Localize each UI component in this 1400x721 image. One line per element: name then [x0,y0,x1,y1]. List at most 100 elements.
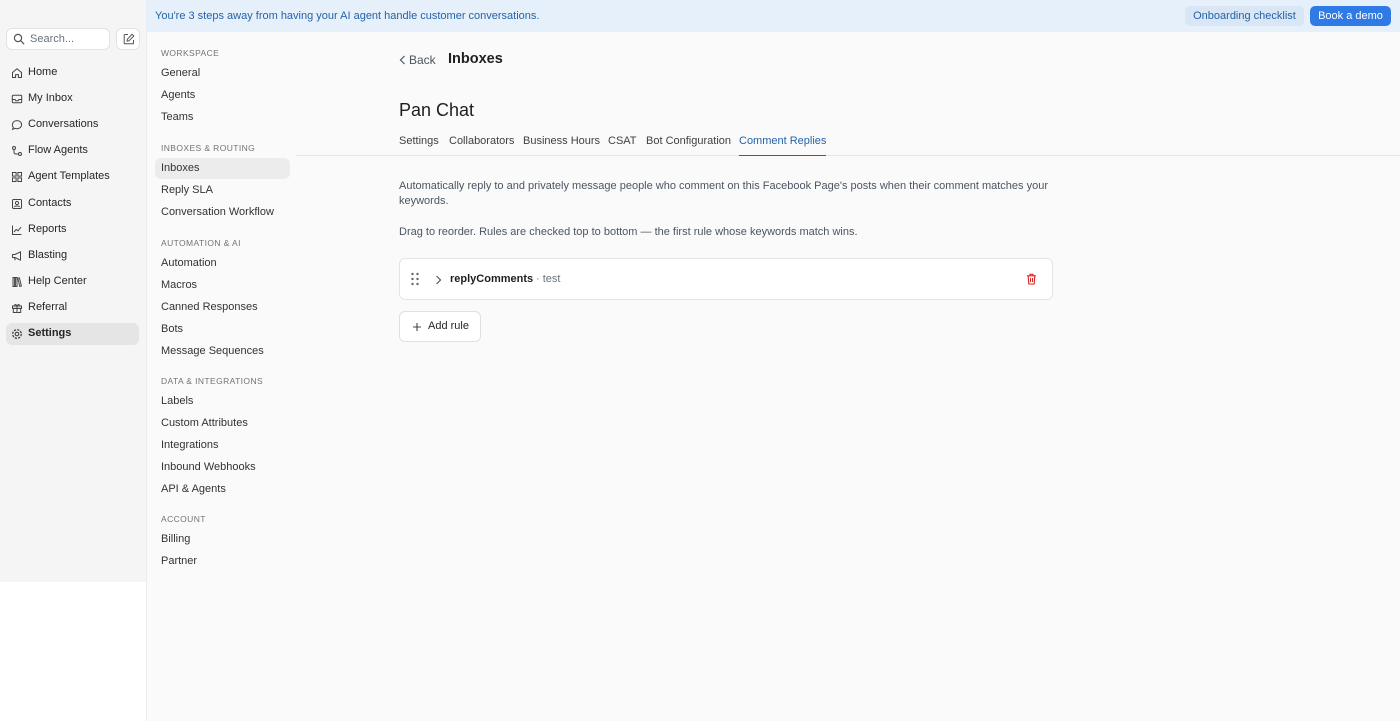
banner-message: You're 3 steps away from having your AI … [155,10,540,22]
plus-icon [413,323,421,331]
tab-csat[interactable]: CSAT [608,135,637,156]
tab-bar: Settings Collaborators Business Hours CS… [296,128,1400,156]
subnav-item-integrations[interactable]: Integrations [155,435,290,456]
main-content: Back Inboxes Pan Chat Settings Collabora… [296,32,1400,721]
chevron-left-icon [399,55,405,65]
chat-bubble-icon [11,120,23,131]
flow-icon [12,146,22,156]
nav-item-label: Settings [28,327,72,339]
subnav-item-partner[interactable]: Partner [155,551,290,572]
book-demo-button[interactable]: Book a demo [1310,6,1391,26]
search-placeholder: Search... [30,33,75,45]
subnav-item-message-sequences[interactable]: Message Sequences [155,341,290,362]
chevron-right-icon[interactable] [435,275,442,285]
subnav-item-label: Canned Responses [161,301,258,313]
nav-item-label: Agent Templates [28,170,110,182]
subnav-item-label: Automation [161,257,217,269]
subnav-item-bots[interactable]: Bots [155,319,290,340]
subnav-item-label: Integrations [161,439,219,451]
tab-bot-configuration[interactable]: Bot Configuration [646,135,731,156]
subnav-item-label: Conversation Workflow [161,206,274,218]
tab-business-hours[interactable]: Business Hours [523,135,600,156]
add-rule-button[interactable]: Add rule [399,311,481,342]
sidebar-empty-area [0,582,146,721]
tab-comment-replies[interactable]: Comment Replies [739,135,827,156]
trash-icon[interactable] [1026,273,1037,285]
tab-settings[interactable]: Settings [399,135,439,156]
nav-item-contacts[interactable]: Contacts [6,193,139,215]
subnav-item-macros[interactable]: Macros [155,275,290,296]
nav-item-flow-agents[interactable]: Flow Agents [6,140,139,162]
subnav-item-billing[interactable]: Billing [155,529,290,550]
section-heading-workspace: WORKSPACE [161,48,220,58]
subnav-item-reply-sla[interactable]: Reply SLA [155,180,290,201]
rule-keywords: · test [536,273,561,285]
subnav-item-automation[interactable]: Automation [155,253,290,274]
subnav-item-custom-attributes[interactable]: Custom Attributes [155,413,290,434]
nav-item-conversations[interactable]: Conversations [6,114,139,136]
section-heading-data: DATA & INTEGRATIONS [161,376,264,386]
nav-item-settings[interactable]: Settings [6,323,139,345]
subnav-item-label: Reply SLA [161,184,213,196]
grid-icon [12,172,22,182]
rule-row[interactable]: replyComments · test [399,258,1053,300]
subnav-item-label: Inbound Webhooks [161,461,256,473]
subnav-item-agents[interactable]: Agents [155,85,290,106]
feature-description: Automatically reply to and privately mes… [399,180,1048,207]
nav-item-help-center[interactable]: Help Center [6,271,139,293]
subnav-item-general[interactable]: General [155,63,290,84]
inbox-icon [11,94,23,104]
section-heading-automation: AUTOMATION & AI [161,238,241,248]
search-input[interactable]: Search... [6,28,110,50]
book-icon [12,277,23,288]
subnav-item-inboxes[interactable]: Inboxes [155,158,290,179]
subnav-item-api-agents[interactable]: API & Agents [155,479,290,500]
nav-item-blasting[interactable]: Blasting [6,245,139,267]
section-heading-account: ACCOUNT [161,514,206,524]
nav-item-label: Blasting [28,249,68,261]
nav-item-label: Referral [28,301,68,313]
subnav-item-conversation-workflow[interactable]: Conversation Workflow [155,202,290,223]
subnav-item-label: Labels [161,395,194,407]
subnav-item-label: API & Agents [161,483,226,495]
subnav-item-teams[interactable]: Teams [155,107,290,128]
onboarding-banner: You're 3 steps away from having your AI … [146,0,1400,32]
megaphone-icon [12,251,21,261]
back-label: Back [409,53,436,67]
subnav-item-labels[interactable]: Labels [155,391,290,412]
breadcrumb-title: Inboxes [448,51,503,67]
add-rule-label: Add rule [428,320,469,332]
search-row: Search... [6,28,140,50]
subnav-item-label: Message Sequences [161,345,264,357]
subnav-item-label: Bots [161,323,184,335]
nav-item-home[interactable]: Home [6,62,139,84]
nav-item-reports[interactable]: Reports [6,219,139,241]
left-sidebar: Search... Home My Inbox Conversations Fl… [0,0,146,582]
section-heading-routing: INBOXES & ROUTING [161,143,256,153]
rule-name: replyComments [450,273,534,285]
nav-item-my-inbox[interactable]: My Inbox [6,88,139,110]
gear-icon [12,329,22,339]
subnav-item-label: General [161,67,201,79]
tab-collaborators[interactable]: Collaborators [449,135,514,156]
subnav-item-canned-responses[interactable]: Canned Responses [155,297,290,318]
subnav-item-label: Partner [161,555,198,567]
subnav-item-label: Agents [161,89,196,101]
contact-card-icon [12,199,22,209]
home-icon [12,68,22,78]
subnav-item-inbound-webhooks[interactable]: Inbound Webhooks [155,457,290,478]
onboarding-checklist-button[interactable]: Onboarding checklist [1185,6,1304,26]
drag-handle-icon[interactable] [410,272,420,286]
subnav-item-label: Billing [161,533,191,545]
nav-item-agent-templates[interactable]: Agent Templates [6,166,139,188]
nav-item-label: My Inbox [28,92,73,104]
gift-icon [12,304,22,313]
nav-item-label: Contacts [28,197,72,209]
search-icon [13,33,25,45]
page-title: Pan Chat [399,100,475,120]
subnav-item-label: Inboxes [161,162,200,174]
compose-button[interactable] [116,28,140,50]
nav-item-referral[interactable]: Referral [6,297,139,319]
nav-item-label: Reports [28,223,67,235]
nav-item-label: Conversations [28,118,99,130]
